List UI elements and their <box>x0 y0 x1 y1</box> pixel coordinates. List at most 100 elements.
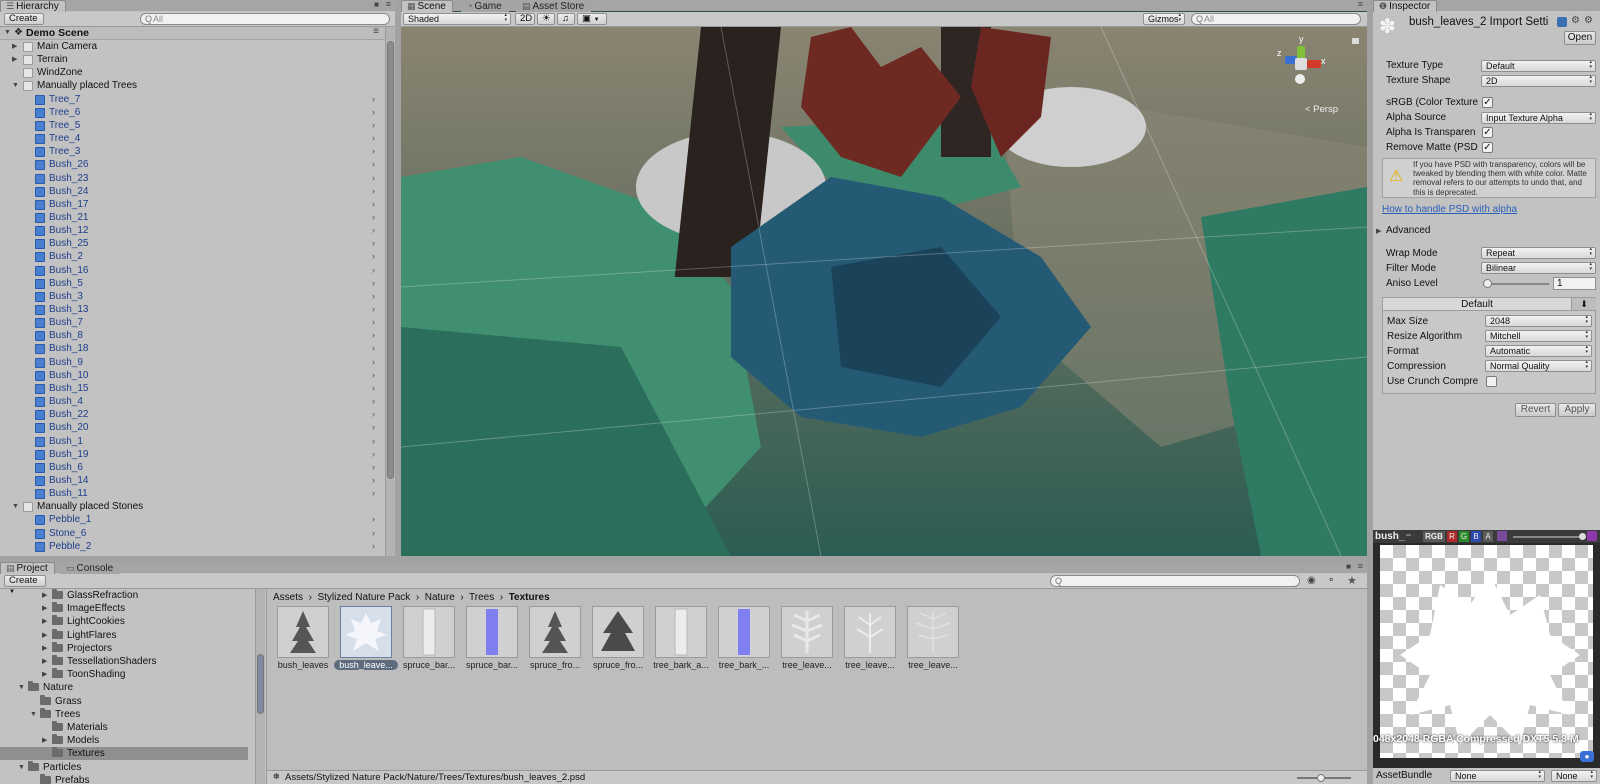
hierarchy-child[interactable]: Bush_7 › <box>0 316 385 329</box>
scrollbar-thumb[interactable] <box>387 41 394 479</box>
chevron-right-icon[interactable]: ▶ <box>42 655 47 668</box>
channel-a-toggle[interactable]: A <box>1483 531 1493 542</box>
lighting-toggle[interactable]: ☀ <box>537 13 555 25</box>
chevron-right-icon[interactable]: ▶ <box>12 40 17 53</box>
chevron-right-icon[interactable]: ▶ <box>42 589 47 602</box>
gizmos-dropdown[interactable]: Gizmos <box>1143 13 1185 25</box>
hierarchy-child[interactable]: Bush_1 › <box>0 435 385 448</box>
asset-thumbnail[interactable] <box>592 606 644 658</box>
drag-handle-icon[interactable]: ═ <box>1406 532 1411 539</box>
chevron-right-icon[interactable]: › <box>372 185 375 198</box>
aniso-slider-track[interactable] <box>1482 279 1549 288</box>
hierarchy-child[interactable]: Pebble_1 › <box>0 513 385 526</box>
hierarchy-child[interactable]: Bush_16 › <box>0 264 385 277</box>
filter-type-icon[interactable]: ◉ <box>1307 575 1316 586</box>
chevron-right-icon[interactable]: › <box>372 93 375 106</box>
revert-button[interactable]: Revert <box>1515 403 1556 417</box>
chevron-right-icon[interactable]: › <box>372 106 375 119</box>
chevron-down-icon[interactable]: ▼ <box>12 79 19 92</box>
folder-tree-item[interactable]: ▶ ImageEffects <box>0 602 248 615</box>
hierarchy-child[interactable]: Bush_12 › <box>0 224 385 237</box>
panel-menu-icon[interactable]: ≡ <box>1358 0 1363 9</box>
asset-label[interactable]: tree_leave... <box>838 660 902 670</box>
alpha-transparency-checkbox[interactable]: ✓ <box>1482 127 1493 138</box>
hierarchy-child[interactable]: Stone_6 › <box>0 527 385 540</box>
chevron-right-icon[interactable]: › <box>372 448 375 461</box>
breadcrumb-item[interactable]: Textures <box>509 592 550 603</box>
hierarchy-child[interactable]: Bush_20 › <box>0 421 385 434</box>
scene-search-input[interactable]: QAll <box>1191 13 1361 25</box>
channel-r-toggle[interactable]: R <box>1447 531 1457 542</box>
folder-tree-item[interactable]: ▶ Projectors <box>0 641 248 655</box>
asset-label[interactable]: bush_leaves <box>271 660 335 670</box>
scrollbar-thumb[interactable] <box>257 654 264 714</box>
hierarchy-child[interactable]: Bush_15 › <box>0 382 385 395</box>
mip-max-icon[interactable] <box>1587 531 1597 541</box>
hierarchy-child[interactable]: Bush_21 › <box>0 211 385 224</box>
mip-icon[interactable] <box>1497 531 1507 541</box>
gizmo-neg-axis[interactable] <box>1295 74 1305 84</box>
hierarchy-child[interactable]: Bush_14 › <box>0 474 385 487</box>
gizmo-x-cone[interactable] <box>1307 60 1321 68</box>
channel-rgb-toggle[interactable]: RGB <box>1423 531 1445 542</box>
chevron-right-icon[interactable]: ▶ <box>42 734 47 747</box>
platform-tab-standalone[interactable]: ⬇ <box>1571 298 1596 311</box>
chevron-right-icon[interactable]: ▶ <box>42 629 47 642</box>
tab-scene[interactable]: ▦ Scene <box>401 0 453 12</box>
chevron-right-icon[interactable]: › <box>372 395 375 408</box>
hierarchy-child[interactable]: Pebble_2 › <box>0 540 385 553</box>
chevron-right-icon[interactable]: › <box>372 145 375 158</box>
hierarchy-object[interactable]: ▶ Main Camera <box>0 40 385 53</box>
chevron-right-icon[interactable]: › <box>372 540 375 553</box>
compression-dropdown[interactable]: Normal Quality <box>1485 360 1592 372</box>
hierarchy-child[interactable]: Bush_26 › <box>0 158 385 171</box>
chevron-right-icon[interactable]: › <box>372 487 375 500</box>
gear-icon[interactable]: ⚙ <box>1584 15 1593 26</box>
aniso-slider-thumb[interactable] <box>1482 279 1492 288</box>
asset-label[interactable]: tree_leave... <box>775 660 839 670</box>
open-button[interactable]: Open <box>1564 31 1596 45</box>
asset-label[interactable]: bush_leave... <box>334 660 398 670</box>
chevron-down-icon[interactable]: ▼ <box>30 708 37 721</box>
chevron-down-icon[interactable]: ▼ <box>18 681 25 694</box>
project-tree-scrollbar[interactable] <box>255 589 265 784</box>
chevron-right-icon[interactable]: › <box>372 474 375 487</box>
tab-console[interactable]: ▭ Console <box>60 562 121 574</box>
folder-tree-item[interactable]: ▼ Nature <box>0 681 248 694</box>
hierarchy-child[interactable]: Bush_8 › <box>0 329 385 342</box>
remove-matte-checkbox[interactable]: ✓ <box>1482 142 1493 153</box>
lock-icon[interactable]: ■ <box>1346 562 1351 571</box>
chevron-right-icon[interactable]: ▶ <box>42 615 47 628</box>
asset-thumbnail[interactable] <box>781 606 833 658</box>
psd-alpha-link[interactable]: How to handle PSD with alpha <box>1382 204 1517 215</box>
mode-2d-toggle[interactable]: 2D <box>515 13 535 25</box>
hierarchy-child[interactable]: Tree_7 › <box>0 93 385 106</box>
chevron-right-icon[interactable]: › <box>372 329 375 342</box>
chevron-right-icon[interactable]: › <box>372 211 375 224</box>
hierarchy-child[interactable]: Bush_11 › <box>0 487 385 500</box>
folder-tree-item[interactable]: ▶ TessellationShaders <box>0 655 248 668</box>
chevron-down-icon[interactable]: ▼ <box>12 500 19 513</box>
chevron-right-icon[interactable]: › <box>372 198 375 211</box>
scene-header[interactable]: ▼ ❖ Demo Scene ≡ <box>0 26 385 40</box>
hierarchy-scrollbar[interactable] <box>385 27 395 556</box>
filter-label-icon[interactable]: ⚬ <box>1327 575 1335 586</box>
create-button[interactable]: Create ▼ <box>4 13 44 33</box>
chevron-right-icon[interactable]: ▶ <box>1376 227 1381 235</box>
scene-menu-icon[interactable]: ≡ <box>373 26 379 37</box>
hierarchy-child[interactable]: Bush_18 › <box>0 342 385 355</box>
asset-label[interactable]: tree_leave... <box>901 660 965 670</box>
panel-menu-icon[interactable]: ≡ <box>1358 562 1363 571</box>
asset-label[interactable]: tree_bark_... <box>712 660 776 670</box>
hierarchy-child[interactable]: Tree_4 › <box>0 132 385 145</box>
tag-icon[interactable]: ● <box>1580 751 1594 762</box>
hierarchy-child[interactable]: Tree_6 › <box>0 106 385 119</box>
effects-dropdown[interactable]: ▣ ▼ <box>577 13 607 25</box>
asset-thumbnail[interactable] <box>403 606 455 658</box>
asset-thumbnail[interactable] <box>277 606 329 658</box>
hierarchy-child[interactable]: Tree_5 › <box>0 119 385 132</box>
scene-gizmo[interactable]: y x z <box>1271 34 1331 90</box>
hierarchy-child[interactable]: Bush_10 › <box>0 369 385 382</box>
scene-viewport[interactable] <box>401 27 1367 556</box>
chevron-right-icon[interactable]: › <box>372 224 375 237</box>
